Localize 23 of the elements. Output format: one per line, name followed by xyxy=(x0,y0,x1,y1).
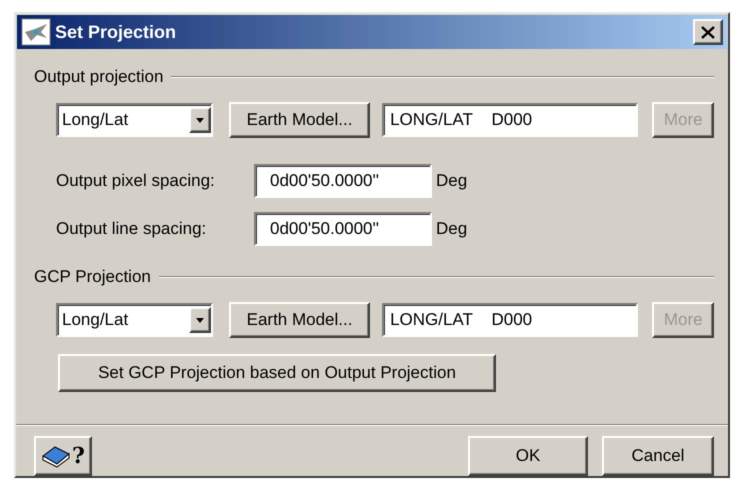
unit-label: Deg xyxy=(436,219,468,239)
cancel-button[interactable]: Cancel xyxy=(602,436,714,476)
projection-string-field[interactable]: LONG/LAT D000 xyxy=(382,103,638,137)
projection-string-field[interactable]: LONG/LAT D000 xyxy=(382,303,638,337)
set-gcp-projection-button[interactable]: Set GCP Projection based on Output Projection xyxy=(58,354,496,392)
unit-label: Deg xyxy=(436,171,468,191)
field-label: Output pixel spacing: xyxy=(56,171,216,191)
close-button[interactable] xyxy=(693,19,723,45)
help-button[interactable]: ? xyxy=(34,436,92,476)
book-icon xyxy=(41,444,72,468)
field-label: Output line spacing: xyxy=(56,219,208,239)
close-icon xyxy=(701,26,715,38)
earth-model-button[interactable]: Earth Model... xyxy=(228,302,370,338)
projection-dropdown[interactable]: Long/Lat xyxy=(56,103,213,137)
section-title: GCP Projection xyxy=(34,267,151,287)
earth-model-button[interactable]: Earth Model... xyxy=(228,102,370,138)
spacing-field[interactable]: 0d00'50.0000'' xyxy=(254,212,432,246)
section-title: Output projection xyxy=(34,67,164,87)
ok-button[interactable]: OK xyxy=(468,436,588,476)
projection-dropdown[interactable]: Long/Lat xyxy=(56,303,213,337)
window-title: Set Projection xyxy=(55,22,178,42)
spacing-field[interactable]: 0d00'50.0000'' xyxy=(254,164,432,198)
app-icon xyxy=(21,18,51,46)
